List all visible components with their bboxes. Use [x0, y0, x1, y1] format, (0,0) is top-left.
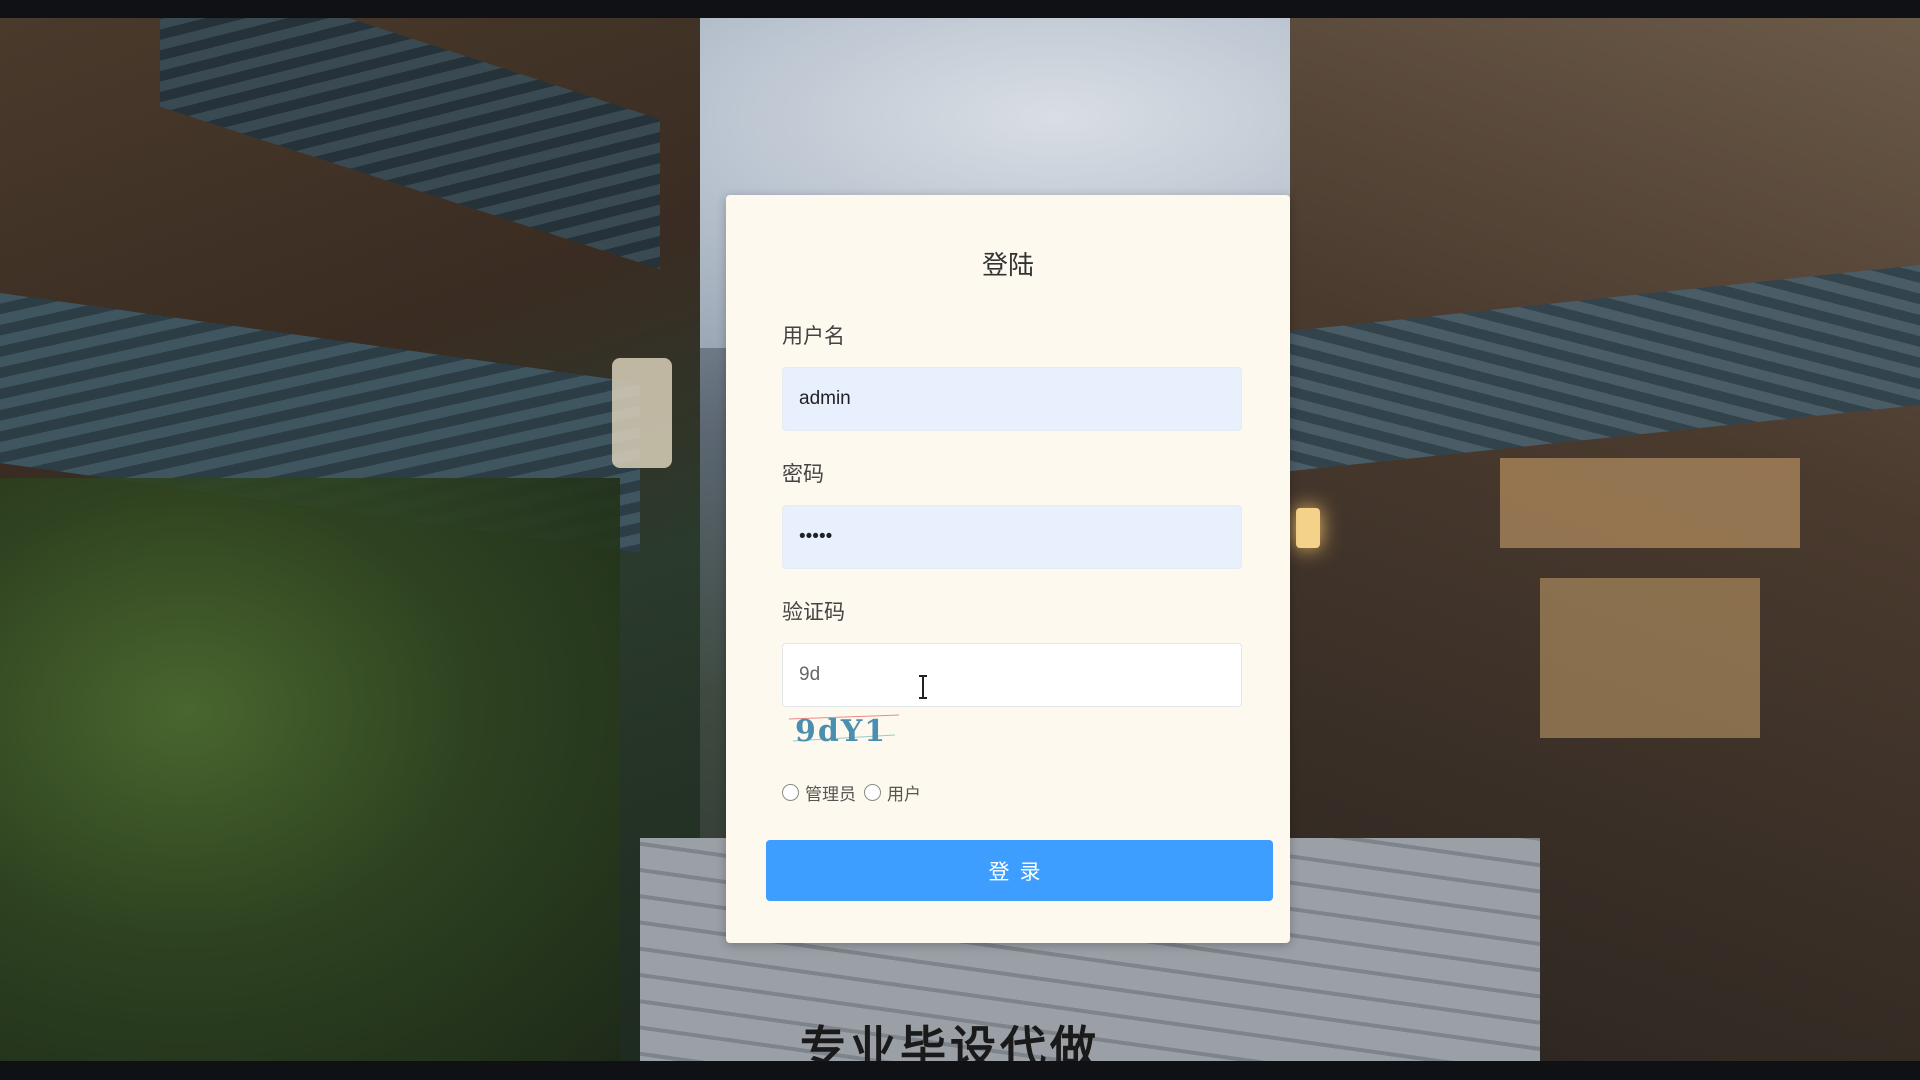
- letterbox-top: [0, 0, 1920, 18]
- radio-user[interactable]: [864, 783, 881, 801]
- login-button[interactable]: 登录: [766, 840, 1273, 901]
- radio-admin[interactable]: [782, 783, 799, 801]
- radio-admin-label: 管理员: [805, 784, 856, 805]
- captcha-image[interactable]: 9dY1: [789, 707, 899, 751]
- password-label: 密码: [782, 462, 824, 486]
- letterbox-bottom: [0, 1061, 1920, 1080]
- username-input[interactable]: [782, 367, 1242, 431]
- password-input[interactable]: [782, 505, 1242, 569]
- radio-user-label: 用户: [887, 784, 921, 805]
- username-label: 用户名: [782, 324, 845, 348]
- captcha-input[interactable]: [782, 643, 1242, 707]
- login-title: 登陆: [981, 251, 1034, 281]
- captcha-label: 验证码: [782, 600, 845, 624]
- text-cursor-icon: [919, 675, 927, 699]
- login-card: 登陆 用户名 密码 验证码 9dY1 管理员 用户 登录: [726, 195, 1290, 943]
- svg-text:9dY1: 9dY1: [795, 714, 887, 749]
- role-selector: 管理员 用户: [782, 780, 929, 805]
